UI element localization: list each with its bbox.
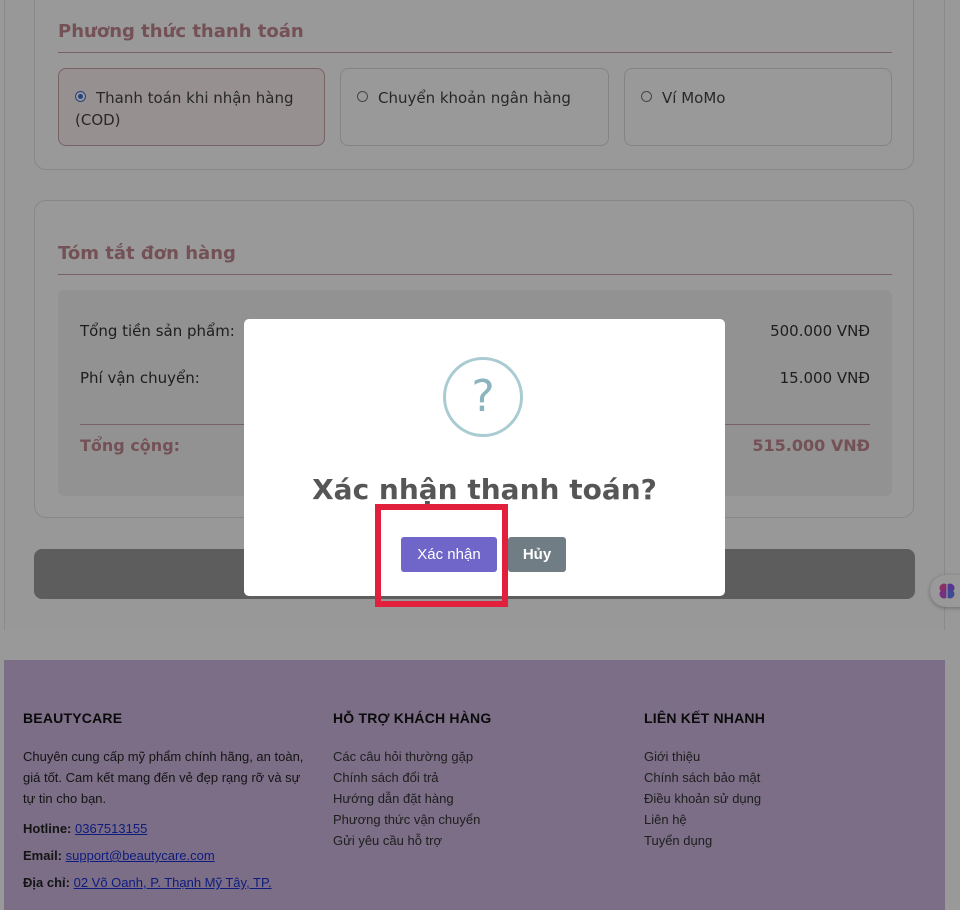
highlight-box	[375, 504, 508, 607]
question-icon: ?	[443, 357, 523, 437]
dialog-title: Xác nhận thanh toán?	[312, 473, 657, 506]
cancel-button[interactable]: Hủy	[508, 537, 566, 572]
